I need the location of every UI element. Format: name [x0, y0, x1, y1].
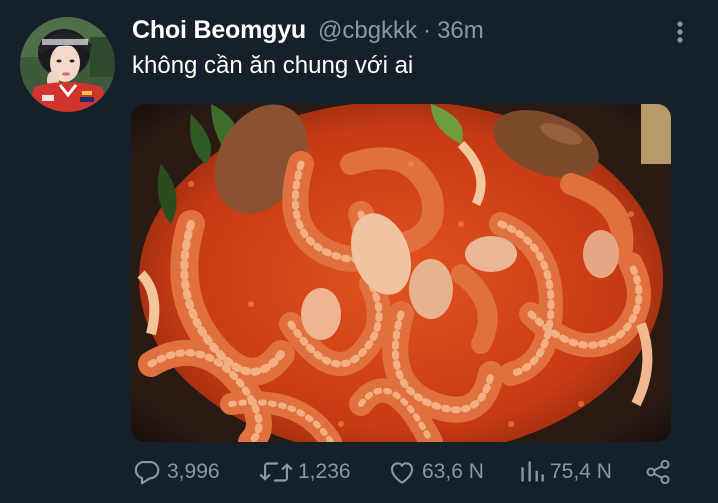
views-button[interactable]: 75,4 N — [519, 452, 612, 492]
retweet-button[interactable]: 1,236 — [259, 452, 351, 492]
retweet-arrows-icon — [259, 462, 293, 482]
reply-button[interactable]: 3,996 — [132, 452, 220, 492]
display-name[interactable]: Choi Beomgyu — [132, 16, 306, 45]
tweet-header: Choi Beomgyu @cbgkkk · 36m — [132, 16, 484, 48]
heart-icon — [390, 462, 414, 484]
reply-count: 3,996 — [167, 460, 220, 483]
timestamp[interactable]: 36m — [437, 17, 484, 45]
views-count: 75,4 N — [550, 460, 612, 483]
profile-photo-image — [20, 17, 115, 112]
tweet-action-bar: 3,996 1,236 63,6 N 75,4 N — [132, 452, 677, 492]
share-nodes-icon — [646, 459, 670, 485]
like-count: 63,6 N — [422, 460, 484, 483]
reply-bubble-icon — [134, 460, 160, 485]
tweet: Choi Beomgyu @cbgkkk · 36m không cần ăn … — [0, 0, 718, 503]
tweet-text: không cần ăn chung với ai — [132, 52, 414, 79]
retweet-count: 1,236 — [298, 460, 351, 483]
vertical-ellipsis-icon — [677, 21, 683, 43]
user-handle[interactable]: @cbgkkk — [318, 17, 417, 45]
analytics-bars-icon — [521, 461, 544, 482]
tweet-media[interactable] — [131, 104, 671, 442]
like-button[interactable]: 63,6 N — [387, 452, 484, 492]
share-button[interactable] — [644, 452, 672, 492]
more-options-button[interactable] — [668, 18, 692, 46]
spicy-octopus-stew-photo — [131, 104, 671, 442]
avatar[interactable] — [20, 17, 115, 112]
separator-dot: · — [423, 17, 432, 44]
